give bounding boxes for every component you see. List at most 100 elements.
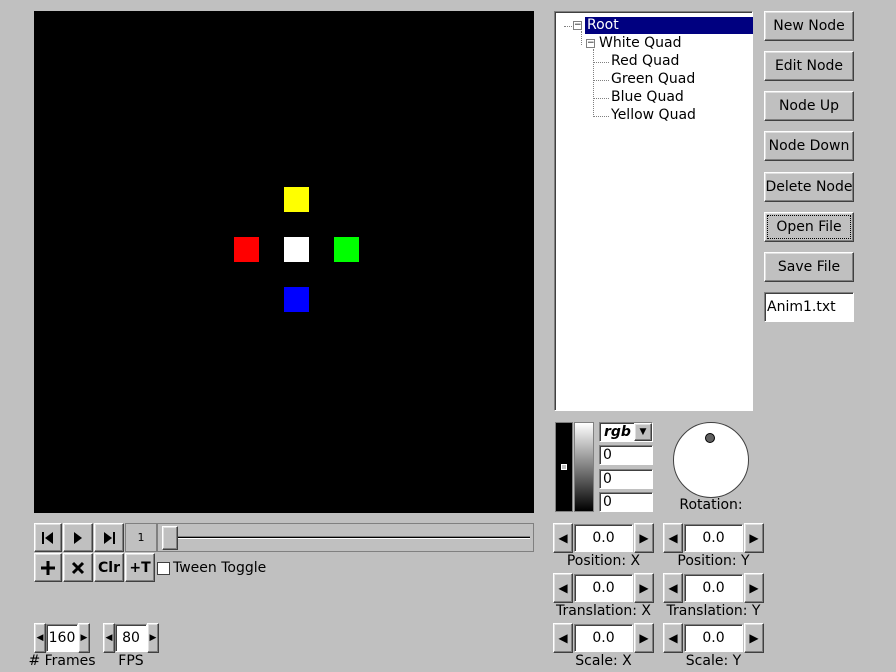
decrement-arrow-icon[interactable]: ◀ [553, 523, 573, 553]
scene-tree[interactable]: − Root − White Quad Red Quad Green Quad … [554, 11, 753, 411]
filename-input[interactable]: Anim1.txt [764, 292, 854, 322]
scale-x-label: Scale: X [575, 653, 632, 669]
blue-channel-value: 0 [603, 494, 612, 510]
new-node-button[interactable]: New Node [764, 11, 854, 41]
tween-toggle-label: Tween Toggle [173, 560, 267, 576]
fps-field[interactable]: 80 [115, 624, 147, 652]
filename-value: Anim1.txt [767, 299, 836, 315]
scale-y-field[interactable]: 0.0 [684, 624, 743, 652]
tween-toggle-checkbox[interactable] [157, 561, 170, 575]
increment-arrow-icon[interactable]: ▶ [78, 623, 90, 653]
yellow-quad [284, 187, 309, 212]
green-quad [334, 237, 359, 262]
frame-number-value: 1 [137, 531, 145, 544]
frame-number-display: 1 [125, 523, 157, 552]
blue-quad [284, 287, 309, 312]
translation-y-label: Translation: Y [666, 603, 761, 619]
tree-item-blue-quad[interactable]: Blue Quad [611, 89, 684, 106]
render-viewport[interactable] [34, 11, 534, 513]
position-y-spinner[interactable]: ◀ 0.0 ▶ [663, 523, 764, 553]
delete-node-button[interactable]: Delete Node [764, 172, 854, 202]
color-mode-select[interactable]: rgb ▼ [599, 422, 653, 442]
decrement-arrow-icon[interactable]: ◀ [103, 623, 115, 653]
edit-node-button[interactable]: Edit Node [764, 51, 854, 81]
decrement-arrow-icon[interactable]: ◀ [663, 523, 683, 553]
play-button[interactable] [63, 523, 93, 552]
red-channel-input[interactable]: 0 [599, 445, 653, 465]
fps-label: FPS [118, 653, 144, 669]
open-file-button[interactable]: Open File [764, 212, 854, 242]
plus-icon [41, 560, 55, 575]
save-file-button[interactable]: Save File [764, 252, 854, 282]
close-icon [71, 561, 85, 574]
skip-to-end-button[interactable] [94, 523, 124, 552]
brightness-slider[interactable] [555, 422, 573, 512]
decrement-arrow-icon[interactable]: ◀ [34, 623, 46, 653]
scale-x-field[interactable]: 0.0 [574, 624, 633, 652]
white-quad [284, 237, 309, 262]
green-channel-value: 0 [603, 471, 612, 487]
collapse-white-quad-icon[interactable]: − [586, 39, 595, 48]
increment-arrow-icon[interactable]: ▶ [744, 623, 764, 653]
play-icon [74, 531, 82, 544]
brightness-slider-thumb[interactable] [561, 464, 567, 470]
blue-channel-input[interactable]: 0 [599, 492, 653, 512]
decrement-arrow-icon[interactable]: ◀ [553, 623, 573, 653]
frames-spinner[interactable]: ◀ 160 ▶ [34, 623, 90, 653]
increment-arrow-icon[interactable]: ▶ [634, 623, 654, 653]
frames-label: # Frames [28, 653, 96, 669]
scale-x-spinner[interactable]: ◀ 0.0 ▶ [553, 623, 654, 653]
frames-field[interactable]: 160 [46, 624, 78, 652]
decrement-arrow-icon[interactable]: ◀ [663, 573, 683, 603]
color-mode-value: rgb [604, 424, 631, 440]
tree-item-yellow-quad[interactable]: Yellow Quad [611, 107, 696, 124]
increment-arrow-icon[interactable]: ▶ [634, 523, 654, 553]
dropdown-arrow-icon[interactable]: ▼ [634, 423, 652, 441]
increment-arrow-icon[interactable]: ▶ [744, 523, 764, 553]
translation-y-field[interactable]: 0.0 [684, 574, 743, 602]
clear-button[interactable]: Clr [94, 553, 124, 582]
node-up-button[interactable]: Node Up [764, 91, 854, 121]
rotation-dial-handle[interactable] [705, 433, 715, 443]
tree-item-red-quad[interactable]: Red Quad [611, 53, 679, 70]
tree-item-label: Blue Quad [611, 89, 684, 105]
delete-keyframe-button[interactable] [63, 553, 93, 582]
translation-y-spinner[interactable]: ◀ 0.0 ▶ [663, 573, 764, 603]
increment-arrow-icon[interactable]: ▶ [147, 623, 159, 653]
tween-toggle[interactable]: Tween Toggle [157, 560, 266, 576]
skip-to-start-icon [42, 531, 53, 544]
rotation-dial[interactable] [673, 422, 749, 498]
tree-item-root[interactable]: Root [585, 17, 753, 34]
translation-x-spinner[interactable]: ◀ 0.0 ▶ [553, 573, 654, 603]
position-x-spinner[interactable]: ◀ 0.0 ▶ [553, 523, 654, 553]
timeline-slider[interactable] [157, 523, 534, 552]
add-tween-button[interactable]: +T [125, 553, 155, 582]
color-gradient-bar[interactable] [574, 422, 594, 512]
position-x-field[interactable]: 0.0 [574, 524, 633, 552]
timeline-thumb[interactable] [162, 526, 178, 550]
tree-item-green-quad[interactable]: Green Quad [611, 71, 695, 88]
decrement-arrow-icon[interactable]: ◀ [553, 573, 573, 603]
red-channel-value: 0 [603, 447, 612, 463]
green-channel-input[interactable]: 0 [599, 469, 653, 489]
tree-item-label: Green Quad [611, 71, 696, 87]
tree-item-label: Red Quad [611, 53, 680, 69]
tree-item-white-quad[interactable]: White Quad [599, 35, 682, 52]
translation-x-label: Translation: X [555, 603, 652, 619]
fps-spinner[interactable]: ◀ 80 ▶ [103, 623, 159, 653]
node-down-button[interactable]: Node Down [764, 131, 854, 161]
skip-to-start-button[interactable] [34, 523, 62, 552]
increment-arrow-icon[interactable]: ▶ [634, 573, 654, 603]
position-y-label: Position: Y [677, 553, 750, 569]
position-x-label: Position: X [566, 553, 641, 569]
add-keyframe-button[interactable] [34, 553, 62, 582]
timeline-track [162, 536, 530, 539]
increment-arrow-icon[interactable]: ▶ [744, 573, 764, 603]
skip-to-end-icon [104, 531, 115, 544]
decrement-arrow-icon[interactable]: ◀ [663, 623, 683, 653]
collapse-root-icon[interactable]: − [573, 21, 582, 30]
rotation-label: Rotation: [679, 497, 743, 513]
position-y-field[interactable]: 0.0 [684, 524, 743, 552]
scale-y-spinner[interactable]: ◀ 0.0 ▶ [663, 623, 764, 653]
translation-x-field[interactable]: 0.0 [574, 574, 633, 602]
